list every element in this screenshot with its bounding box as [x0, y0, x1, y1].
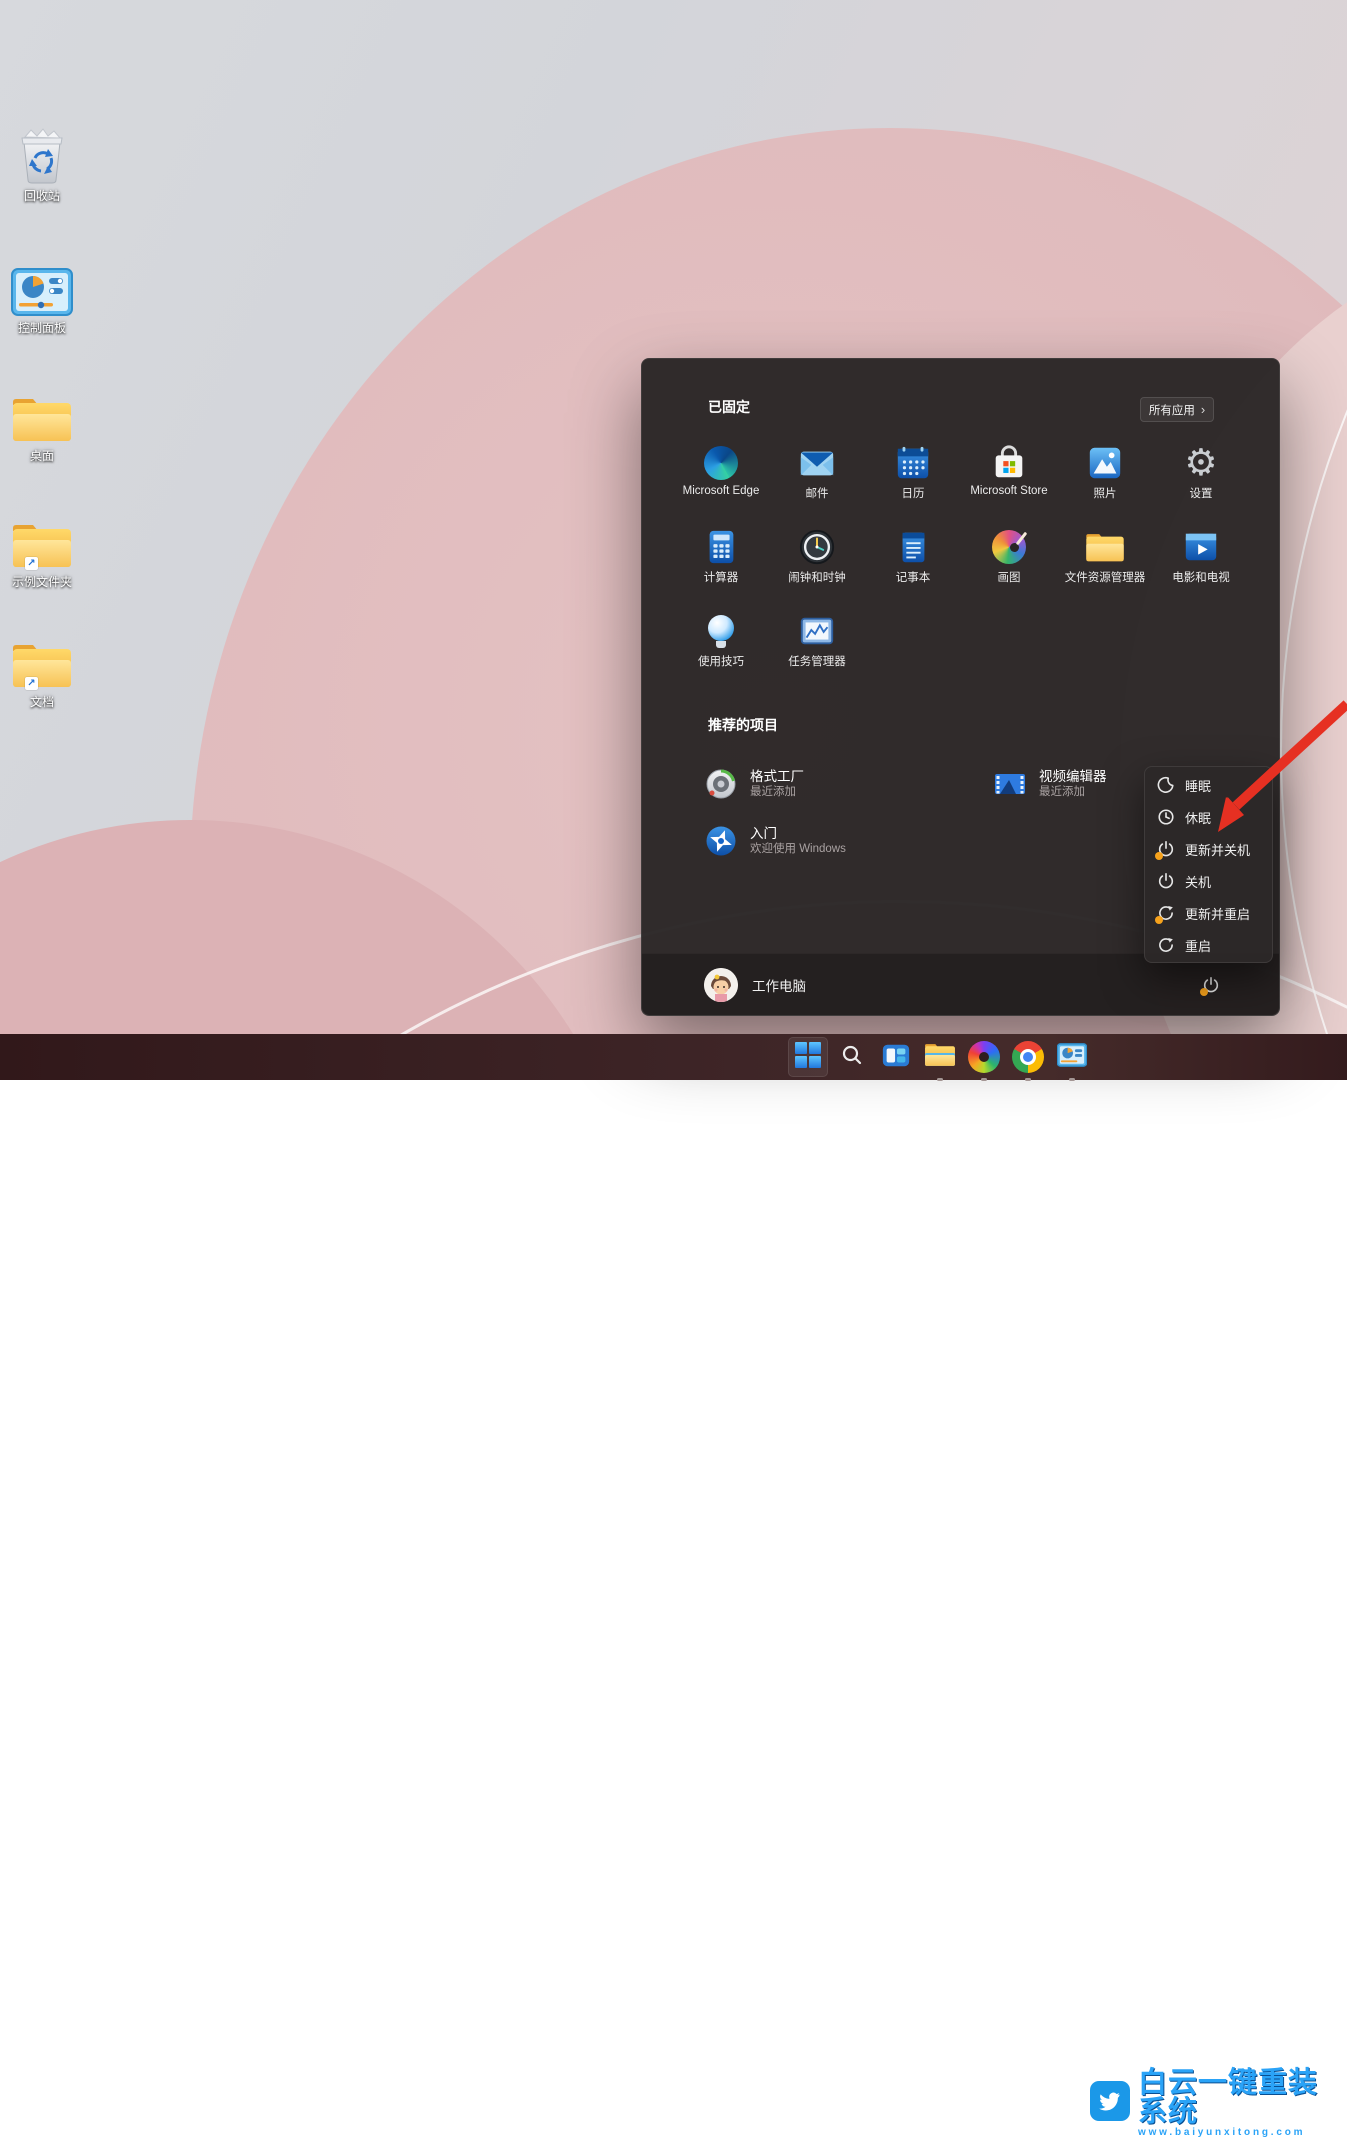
all-apps-button[interactable]: 所有应用 ›: [1140, 397, 1214, 422]
recommended-section-header: 推荐的项目: [708, 715, 778, 735]
folder-shortcut-icon: ↗: [11, 514, 73, 570]
pinned-app-mail[interactable]: 邮件: [769, 423, 865, 507]
desktop-icon-desktop-folder[interactable]: 桌面: [0, 388, 84, 464]
power-option-restart[interactable]: 重启: [1145, 929, 1272, 961]
folder-shortcut-icon: ↗: [11, 634, 73, 690]
file-explorer-icon: [924, 1041, 956, 1073]
desktop-icon-label: 示例文件夹: [12, 573, 72, 590]
power-option-update-shutdown[interactable]: 更新并关机: [1145, 833, 1272, 865]
pinned-app-task-manager[interactable]: 任务管理器: [769, 591, 865, 675]
shutdown-icon: [1157, 872, 1175, 890]
pinned-app-alarms-clock[interactable]: 闹钟和时钟: [769, 507, 865, 591]
search-icon: [840, 1043, 864, 1072]
desktop-icon-control-panel[interactable]: 控制面板: [0, 260, 84, 336]
desktop-icon-label: 控制面板: [18, 319, 66, 336]
photos-icon: [1085, 443, 1125, 483]
pinned-app-photos[interactable]: 照片: [1057, 423, 1153, 507]
calendar-icon: [893, 443, 933, 483]
desktop-icon-recycle-bin[interactable]: 回收站: [0, 128, 84, 204]
start-button[interactable]: [788, 1037, 828, 1077]
update-shutdown-icon: [1157, 840, 1175, 858]
microsoft-edge-icon: [701, 443, 741, 483]
shortcut-arrow-icon: ↗: [25, 557, 38, 570]
user-avatar: [704, 968, 738, 1002]
chrome-icon: [1012, 1041, 1044, 1073]
windows-logo-icon: [795, 1042, 821, 1073]
taskbar-control-panel-button[interactable]: [1052, 1037, 1092, 1077]
chevron-right-icon: ›: [1201, 402, 1205, 417]
calculator-icon: [701, 527, 741, 567]
update-badge: [1200, 988, 1208, 996]
hibernate-icon: [1157, 808, 1175, 826]
control-panel-icon: [11, 260, 73, 316]
desktop-icon-label: 桌面: [30, 447, 54, 464]
pinned-app-calendar[interactable]: 日历: [865, 423, 961, 507]
watermark-url: www.baiyunxitong.com: [1138, 2128, 1347, 2138]
power-option-update-restart[interactable]: 更新并重启: [1145, 897, 1272, 929]
pinned-app-movies-tv[interactable]: 电影和电视: [1153, 507, 1249, 591]
pinned-app-calculator[interactable]: 计算器: [673, 507, 769, 591]
pinned-app-tips[interactable]: 使用技巧: [673, 591, 769, 675]
power-icon: [1202, 976, 1220, 994]
shortcut-arrow-icon: ↗: [25, 677, 38, 690]
pinned-apps-grid: Microsoft Edge 邮件: [673, 423, 1249, 675]
pinned-app-paint[interactable]: 画图: [961, 507, 1057, 591]
twitter-bird-logo: [1090, 2081, 1130, 2126]
power-option-shutdown[interactable]: 关机: [1145, 865, 1272, 897]
power-button[interactable]: [1192, 966, 1230, 1004]
update-badge: [1155, 916, 1163, 924]
update-restart-icon: [1157, 904, 1175, 922]
microsoft-store-icon: [989, 443, 1029, 483]
sleep-icon: [1157, 776, 1175, 794]
paint-palette-icon: [989, 527, 1029, 567]
task-manager-icon: [797, 611, 837, 651]
pinned-app-microsoft-edge[interactable]: Microsoft Edge: [673, 423, 769, 507]
pinned-app-microsoft-store[interactable]: Microsoft Store: [961, 423, 1057, 507]
lightbulb-icon: [701, 611, 741, 651]
pinned-app-file-explorer[interactable]: 文件资源管理器: [1057, 507, 1153, 591]
user-profile-button[interactable]: 工作电脑: [704, 968, 806, 1002]
movies-tv-icon: [1181, 527, 1221, 567]
watermark-title: 白云一键重装系统: [1138, 2069, 1347, 2127]
taskbar: 白云一键重装系统 www.baiyunxitong.com: [0, 1034, 1347, 1080]
alarm-clock-icon: [797, 527, 837, 567]
pinned-app-notepad[interactable]: 记事本: [865, 507, 961, 591]
recommended-item-get-started[interactable]: 入门 欢迎使用 Windows: [705, 819, 975, 863]
recommended-item-format-factory[interactable]: 格式工厂 最近添加: [705, 762, 975, 806]
format-factory-icon: [705, 768, 737, 800]
folder-icon: [11, 388, 73, 444]
power-option-sleep[interactable]: 睡眠: [1145, 769, 1272, 801]
pinwheel-browser-icon: [968, 1041, 1000, 1073]
watermark: 白云一键重装系统 www.baiyunxitong.com: [1090, 2069, 1347, 2138]
desktop-icon-documents[interactable]: ↗ 文档: [0, 634, 84, 710]
recycle-bin-icon: [15, 128, 69, 184]
restart-icon: [1157, 936, 1175, 954]
pinned-section-header: 已固定: [708, 397, 750, 417]
pinned-app-settings[interactable]: ⚙ 设置: [1153, 423, 1249, 507]
mail-icon: [797, 443, 837, 483]
control-panel-icon: [1057, 1042, 1087, 1073]
gear-icon: ⚙: [1181, 443, 1221, 483]
desktop-icon-sample-folder[interactable]: ↗ 示例文件夹: [0, 514, 84, 590]
user-name-label: 工作电脑: [752, 975, 806, 995]
power-options-flyout: 睡眠 休眠 更新并关机 关机: [1144, 766, 1273, 963]
video-editor-icon: [994, 768, 1026, 800]
taskbar-pinwheel-browser-button[interactable]: [964, 1037, 1004, 1077]
taskbar-widgets-button[interactable]: [876, 1037, 916, 1077]
power-option-hibernate[interactable]: 休眠: [1145, 801, 1272, 833]
taskbar-search-button[interactable]: [832, 1037, 872, 1077]
file-explorer-icon: [1085, 527, 1125, 567]
get-started-icon: [705, 825, 737, 857]
desktop-icon-label: 回收站: [24, 187, 60, 204]
update-badge: [1155, 852, 1163, 860]
widgets-icon: [881, 1040, 911, 1075]
taskbar-chrome-button[interactable]: [1008, 1037, 1048, 1077]
taskbar-file-explorer-button[interactable]: [920, 1037, 960, 1077]
desktop-icon-label: 文档: [30, 693, 54, 710]
notepad-icon: [893, 527, 933, 567]
